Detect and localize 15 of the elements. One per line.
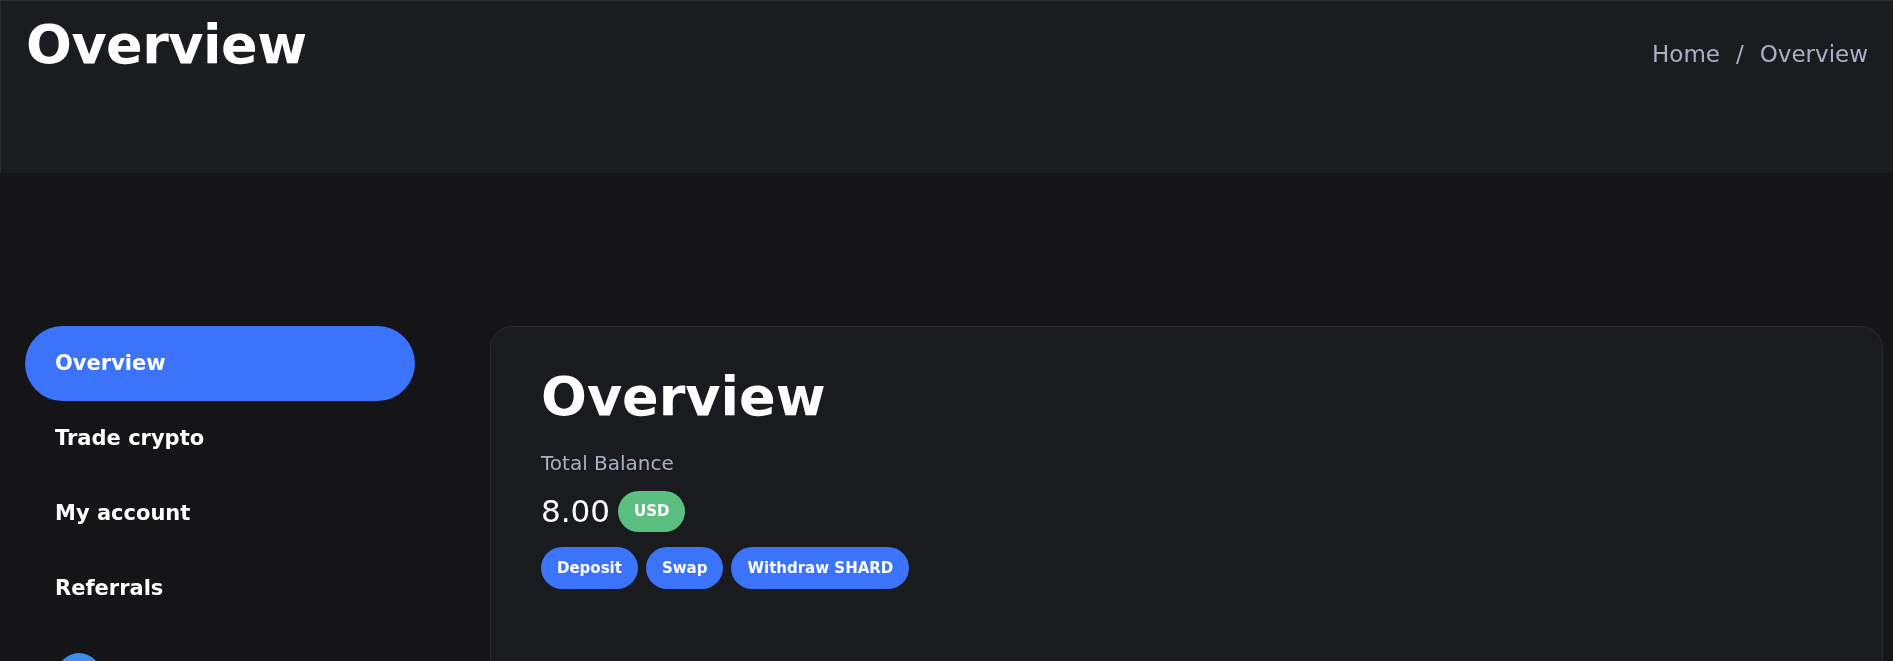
action-button[interactable]: Swap xyxy=(645,546,724,590)
page-title: Overview xyxy=(26,15,307,75)
sidebar-item[interactable]: Referrals xyxy=(25,551,415,626)
breadcrumb-current: Overview xyxy=(1759,40,1868,69)
card-title: Overview xyxy=(541,367,827,427)
breadcrumb-separator: / xyxy=(1735,40,1744,69)
sidebar-item[interactable]: Overview xyxy=(25,326,415,401)
sidebar-item[interactable]: Trade crypto xyxy=(25,401,415,476)
balance-amount: 8.00 xyxy=(541,492,611,532)
action-button[interactable]: Deposit xyxy=(541,546,638,590)
currency-badge: USD xyxy=(618,491,686,532)
sidebar-item[interactable]: My account xyxy=(25,476,415,551)
action-button[interactable]: Withdraw SHARD xyxy=(731,546,910,590)
balance-label: Total Balance xyxy=(541,450,675,478)
breadcrumb-link[interactable]: Home xyxy=(1652,37,1720,72)
